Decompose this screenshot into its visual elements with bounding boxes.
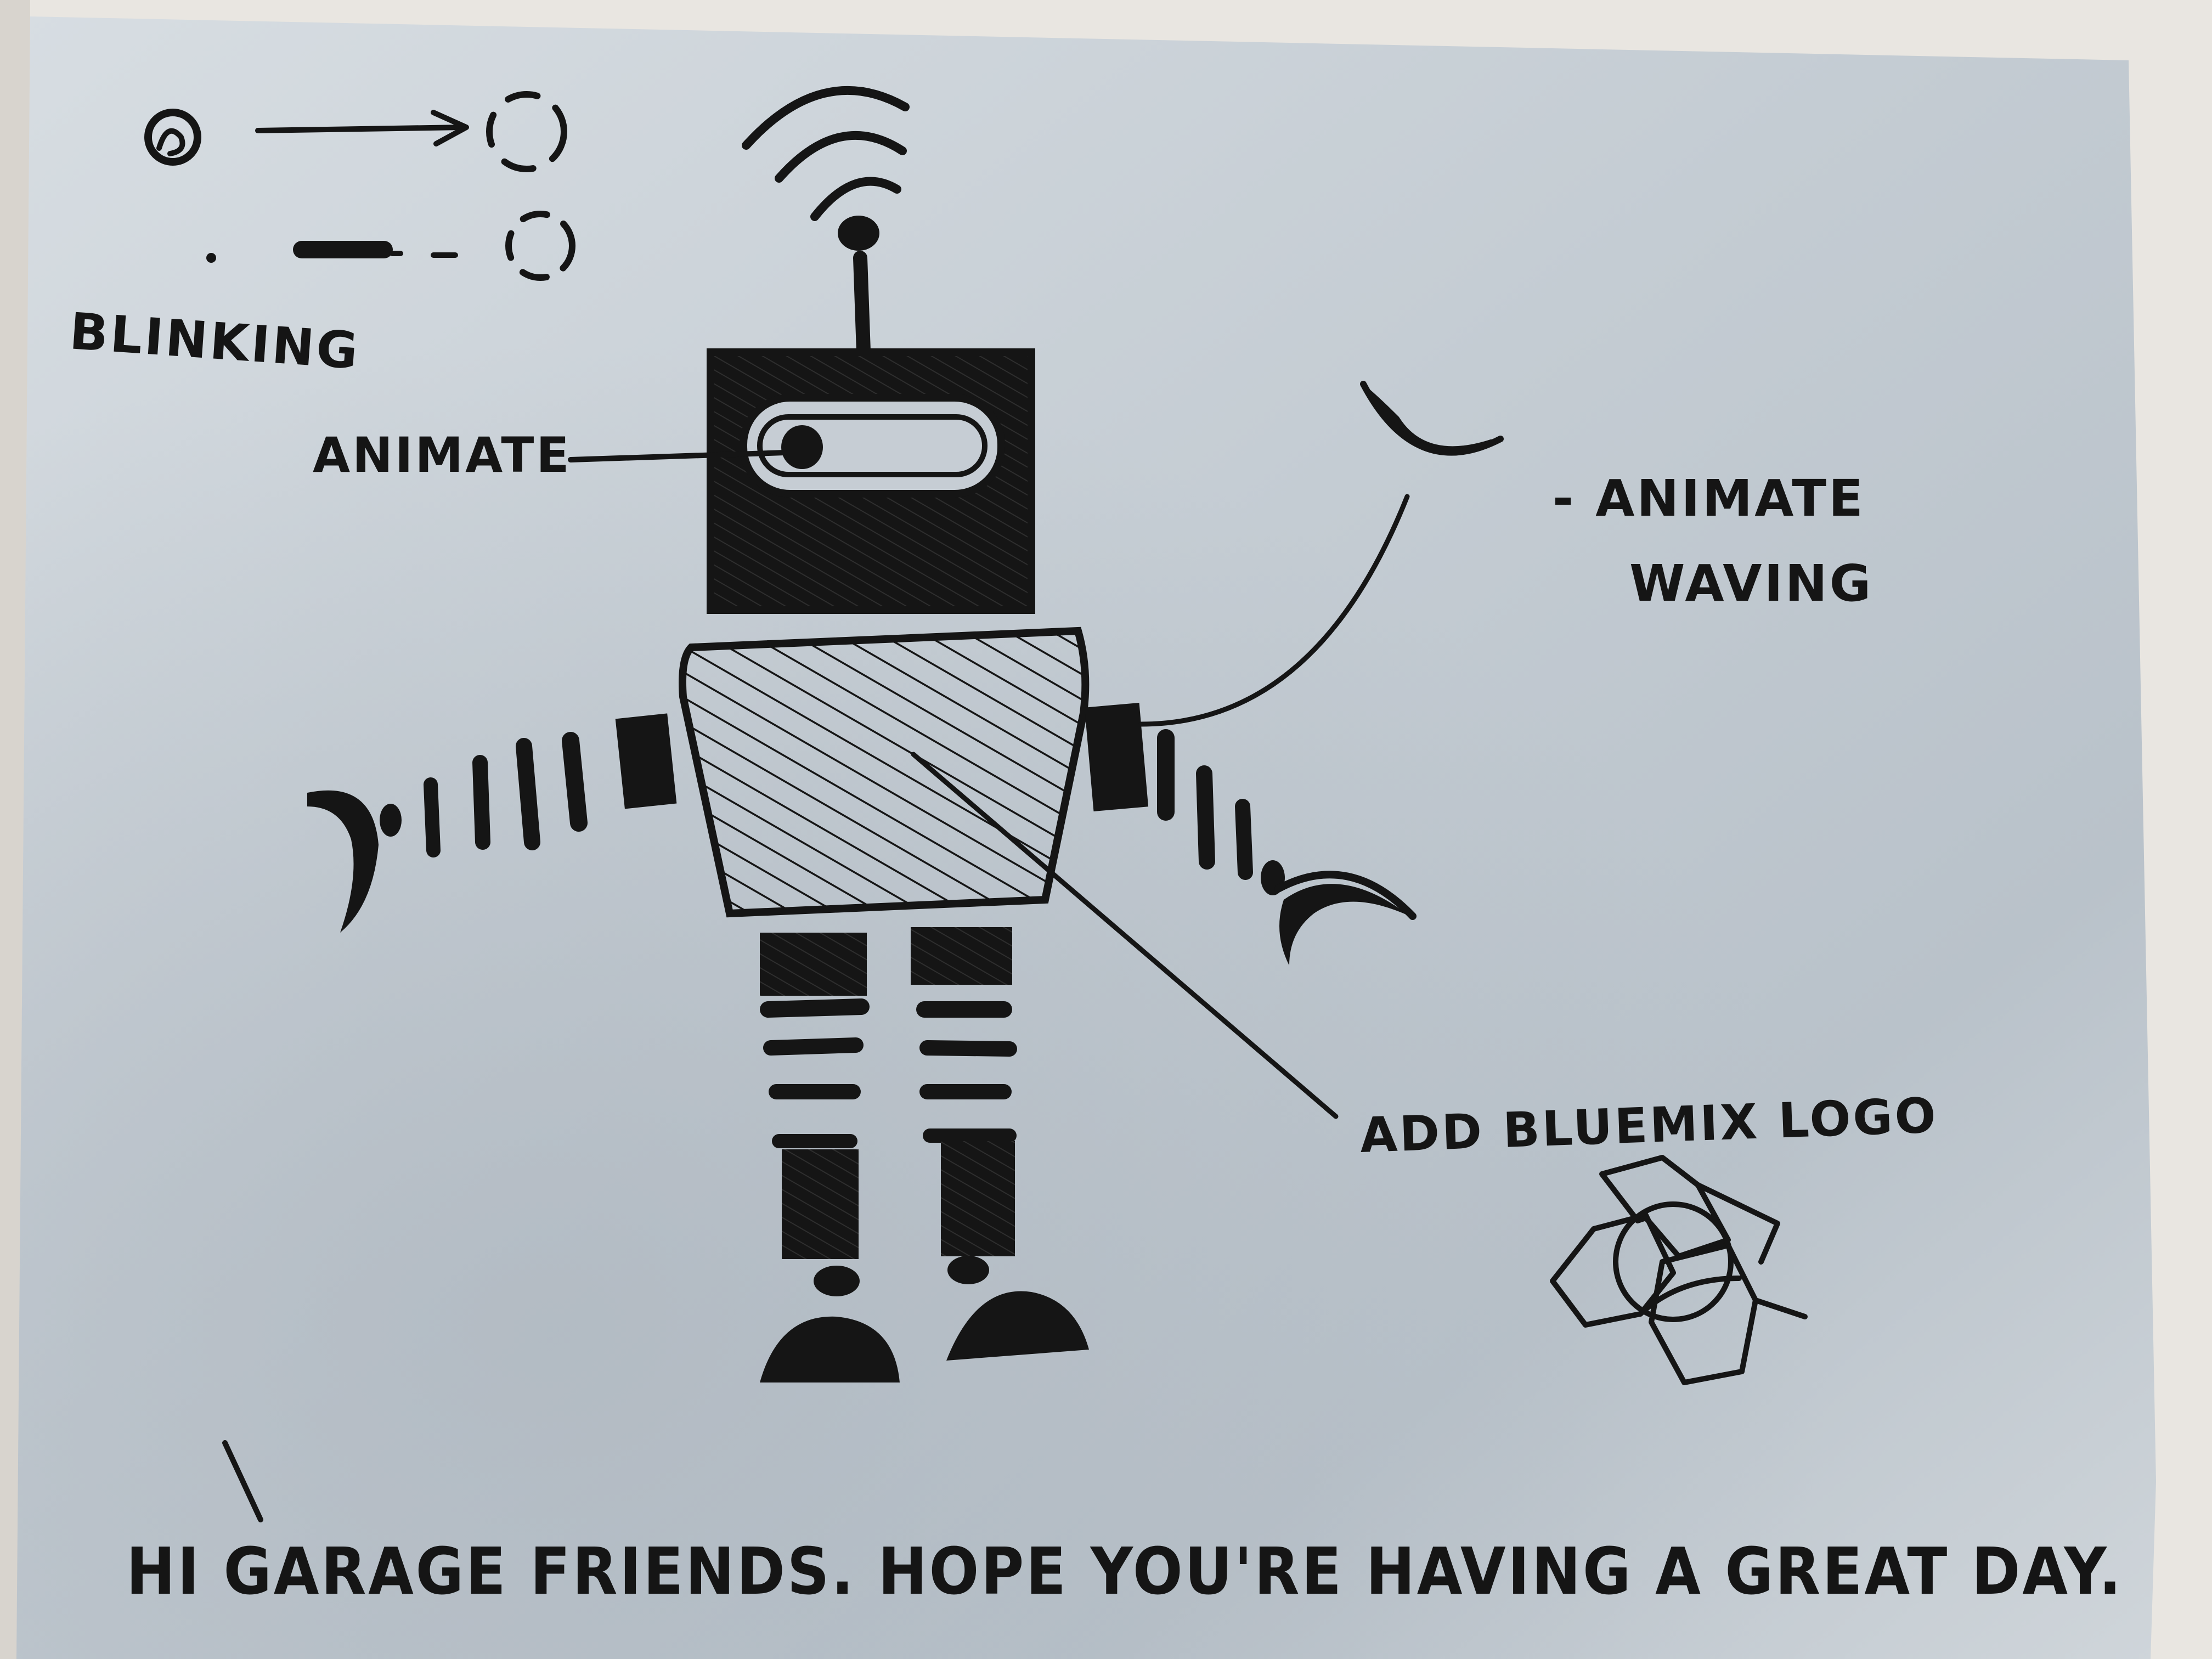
robot-sketch-scene: BLINKING ANIMATE - ANIMATE WAVING ADD BL… — [0, 0, 2212, 1659]
robot-antenna — [853, 251, 871, 358]
arrow-shaft — [255, 125, 466, 133]
animate-waving-label-2: WAVING — [1629, 554, 1873, 613]
robot-eye — [781, 425, 823, 469]
animate-waving-label-1: - ANIMATE — [1553, 469, 1865, 528]
robot-torso — [679, 627, 1090, 918]
blink-dot — [206, 253, 216, 263]
robot-head — [707, 348, 1035, 614]
bottom-message: HI GARAGE FRIENDS. HOPE YOU'RE HAVING A … — [126, 1533, 2123, 1609]
paper-shadow — [16, 16, 2156, 1659]
animate-eye-label: ANIMATE — [313, 427, 571, 483]
